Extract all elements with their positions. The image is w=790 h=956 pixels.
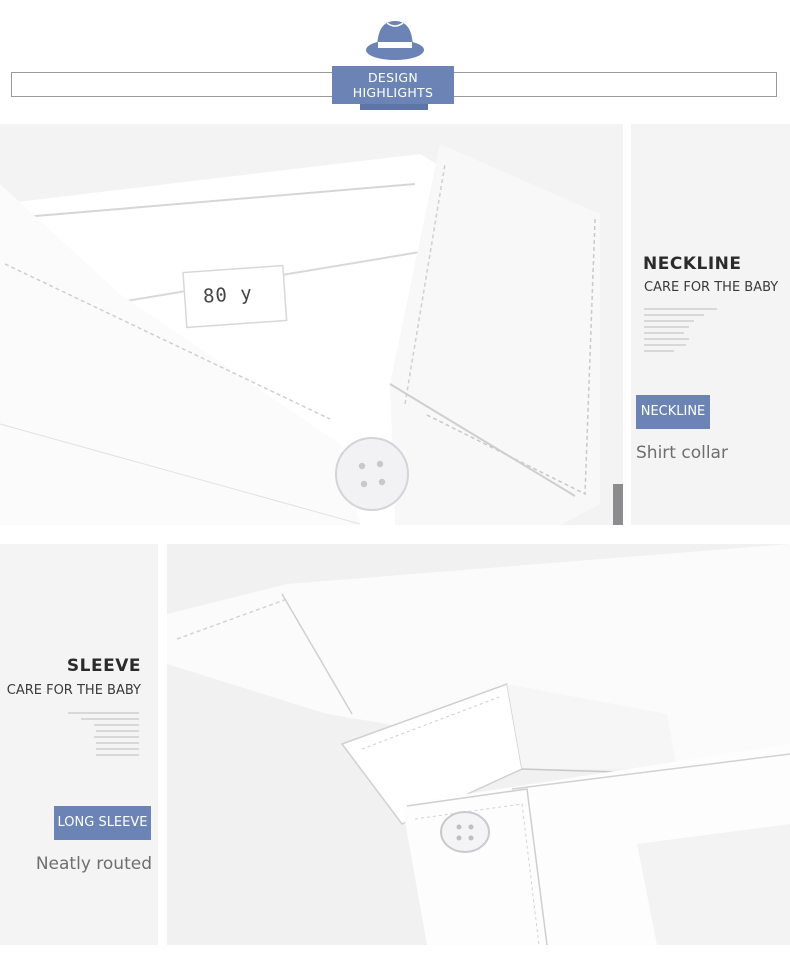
badge-tail (360, 104, 428, 110)
neckline-subtitle: CARE FOR THE BABY (644, 280, 779, 295)
sleeve-subtitle: CARE FOR THE BABY (6, 683, 141, 698)
sleeve-photo (167, 544, 790, 945)
collar-photo: 80 y (0, 124, 623, 525)
fine-print-block (644, 308, 717, 352)
sleeve-title: SLEEVE (66, 656, 141, 676)
neckline-panel: NECKLINE CARE FOR THE BABY NECKLINE Shir… (631, 124, 790, 525)
size-label-text: 80 y (202, 282, 254, 308)
hat-icon (366, 21, 424, 60)
neckline-tag: NECKLINE (636, 395, 710, 429)
badge-line-2: HIGHLIGHTS (352, 85, 434, 100)
neckline-title: NECKLINE (643, 254, 742, 274)
badge-line-1: DESIGN (368, 70, 418, 85)
fine-print-block (68, 712, 139, 756)
neckline-description: Shirt collar (636, 443, 728, 463)
sleeve-description: Neatly routed (35, 854, 152, 874)
design-highlights-badge: DESIGN HIGHLIGHTS (332, 66, 454, 104)
sleeve-panel: SLEEVE CARE FOR THE BABY LONG SLEEVE Nea… (0, 544, 158, 945)
long-sleeve-tag: LONG SLEEVE (54, 806, 151, 840)
